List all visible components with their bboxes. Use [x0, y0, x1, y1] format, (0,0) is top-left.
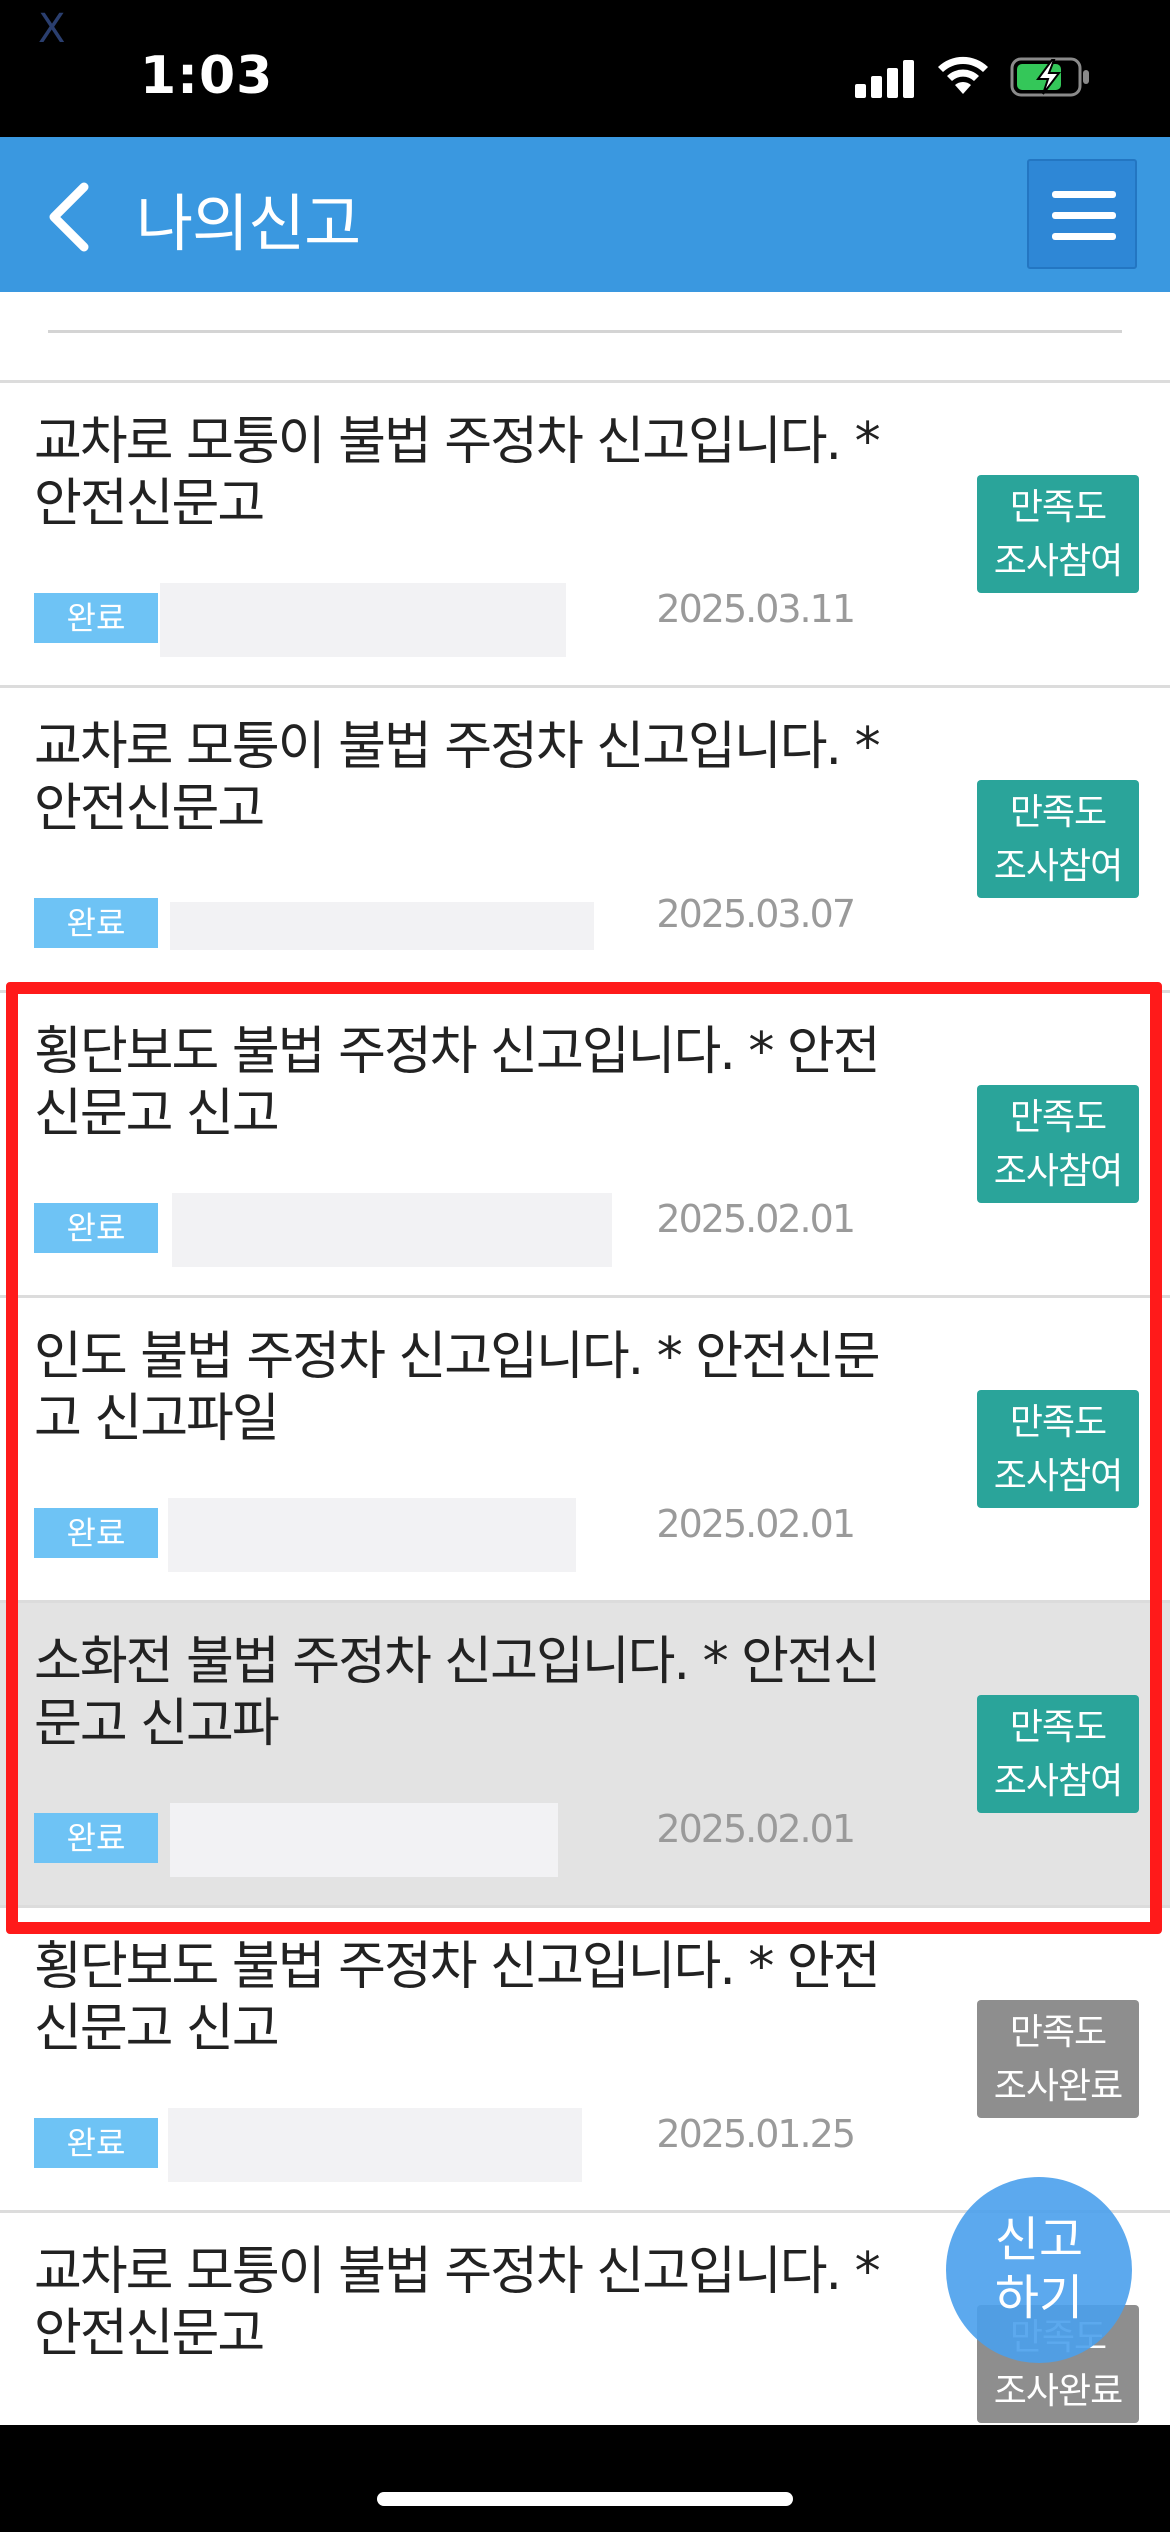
page-title: 나의신고 [136, 187, 361, 260]
report-item[interactable]: 횡단보도 불법 주정차 신고입니다. * 안전신문고 신고 완료 2025.02… [0, 993, 1170, 1298]
satisfaction-survey-button[interactable]: 만족도 조사참여 [977, 780, 1139, 898]
report-title: 횡단보도 불법 주정차 신고입니다. * 안전신문고 신고 [34, 1022, 881, 1144]
report-item-selected[interactable]: 소화전 불법 주정차 신고입니다. * 안전신문고 신고파 완료 2025.02… [0, 1603, 1170, 1908]
report-title: 교차로 모퉁이 불법 주정차 신고입니다. * 안전신문고 [34, 412, 881, 534]
cellular-signal-icon [855, 58, 915, 98]
status-badge: 완료 [34, 593, 158, 643]
report-title: 소화전 불법 주정차 신고입니다. * 안전신문고 신고파 [34, 1632, 881, 1754]
report-item[interactable]: 인도 불법 주정차 신고입니다. * 안전신문고 신고파일 완료 2025.02… [0, 1298, 1170, 1603]
report-item[interactable]: 교차로 모퉁이 불법 주정차 신고입니다. * 안전신문고 완료 2025.03… [0, 688, 1170, 993]
satisfaction-survey-completed-badge: 만족도 조사완료 [977, 2000, 1139, 2118]
status-bar: X 1:03 [0, 0, 1170, 137]
status-badge: 완료 [34, 1203, 158, 1253]
search-divider [48, 330, 1122, 333]
satisfaction-survey-button[interactable]: 만족도 조사참여 [977, 475, 1139, 593]
report-item[interactable]: 횡단보도 불법 주정차 신고입니다. * 안전신문고 신고 완료 2025.01… [0, 1908, 1170, 2213]
report-title: 교차로 모퉁이 불법 주정차 신고입니다. * 안전신문고 [34, 2242, 881, 2364]
report-title: 인도 불법 주정차 신고입니다. * 안전신문고 신고파일 [34, 1327, 881, 1449]
home-indicator[interactable] [377, 2492, 793, 2506]
report-list-area[interactable]: 교차로 모퉁이 불법 주정차 신고입니다. * 안전신문고 완료 2025.03… [0, 292, 1170, 2425]
navigation-bar: 나의신고 [0, 137, 1170, 292]
redacted-region [160, 583, 566, 657]
satisfaction-survey-button[interactable]: 만족도 조사참여 [977, 1390, 1139, 1508]
report-date: 2025.01.25 [656, 2112, 856, 2156]
satisfaction-survey-button[interactable]: 만족도 조사참여 [977, 1695, 1139, 1813]
bottom-safe-area [0, 2425, 1170, 2532]
chevron-left-icon[interactable] [40, 177, 110, 257]
new-report-fab-button[interactable]: 신고 하기 [946, 2177, 1132, 2363]
wifi-icon [938, 56, 988, 94]
report-item[interactable]: 교차로 모퉁이 불법 주정차 신고입니다. * 안전신문고 완료 2025.03… [0, 383, 1170, 688]
satisfaction-survey-button[interactable]: 만족도 조사참여 [977, 1085, 1139, 1203]
status-badge: 완료 [34, 898, 158, 948]
report-title: 횡단보도 불법 주정차 신고입니다. * 안전신문고 신고 [34, 1937, 881, 2059]
report-date: 2025.03.07 [656, 892, 856, 936]
report-date: 2025.03.11 [656, 587, 856, 631]
report-date: 2025.02.01 [656, 1807, 856, 1851]
report-date: 2025.02.01 [656, 1197, 856, 1241]
redacted-region [168, 2108, 582, 2182]
status-badge: 완료 [34, 1813, 158, 1863]
redacted-region [170, 902, 594, 950]
hamburger-menu-button[interactable] [1027, 159, 1137, 269]
report-date: 2025.02.01 [656, 1502, 856, 1546]
status-time: 1:03 [140, 46, 274, 106]
battery-charging-icon [1010, 57, 1089, 97]
redacted-region [172, 1193, 612, 1267]
redacted-region [168, 1498, 576, 1572]
redacted-region [170, 1803, 558, 1877]
status-badge: 완료 [34, 1508, 158, 1558]
report-title: 교차로 모퉁이 불법 주정차 신고입니다. * 안전신문고 [34, 717, 881, 839]
status-badge: 완료 [34, 2118, 158, 2168]
hamburger-menu-icon [1052, 191, 1116, 198]
status-corner-mark: X [38, 6, 66, 52]
